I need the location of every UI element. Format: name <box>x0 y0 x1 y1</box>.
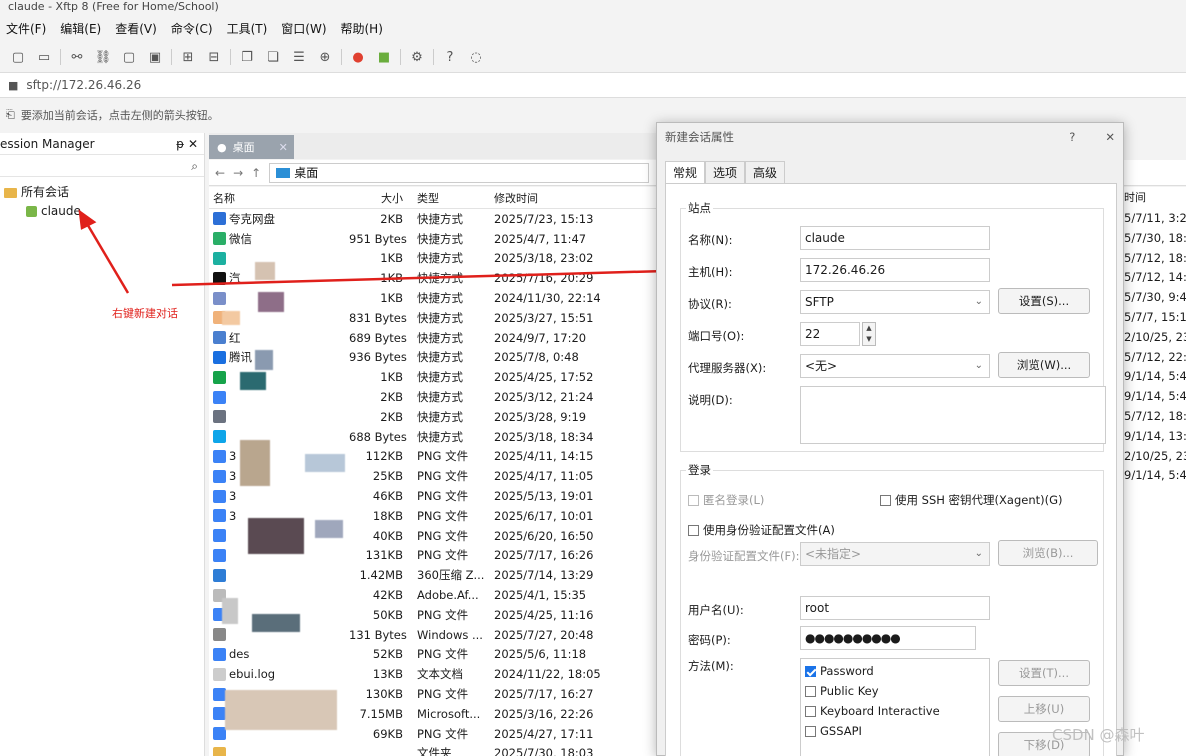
auth-profile-value: <未指定> <box>805 547 862 561</box>
username-label: 用户名(U): <box>688 603 744 617</box>
description-textarea[interactable] <box>800 386 1106 444</box>
dialog-help-button[interactable]: ? <box>1069 130 1075 144</box>
method-label: 方法(M): <box>688 659 734 673</box>
checkbox-box <box>805 685 816 697</box>
method-settings-button[interactable]: 设置(T)... <box>998 660 1090 686</box>
use-auth-profile-checkbox[interactable]: 使用身份验证配置文件(A) <box>688 522 835 538</box>
method-list[interactable]: Password Public Key Keyboard Interactive… <box>800 658 990 756</box>
checkbox-label: Password <box>820 664 874 678</box>
tab-general[interactable]: 常规 <box>665 161 706 183</box>
proxy-select[interactable]: <无> ⌄ <box>800 354 990 378</box>
name-label: 名称(N): <box>688 233 733 247</box>
checkbox-box <box>880 494 891 506</box>
auth-profile-label: 身份验证配置文件(F): <box>688 549 800 563</box>
dialog-title: 新建会话属性 <box>665 130 734 144</box>
proxy-browse-button[interactable]: 浏览(W)... <box>998 352 1090 378</box>
checkbox-label: Public Key <box>820 684 879 698</box>
checkbox-label: 匿名登录(L) <box>703 493 765 507</box>
protocol-label: 协议(R): <box>688 297 732 311</box>
method-password-checkbox[interactable]: Password <box>805 661 989 681</box>
port-label: 端口号(O): <box>688 329 745 343</box>
checkbox-label: GSSAPI <box>820 724 862 738</box>
login-group-label: 登录 <box>686 462 713 478</box>
password-label: 密码(P): <box>688 633 731 647</box>
tab-advanced[interactable]: 高级 <box>745 161 786 183</box>
general-panel: 站点 名称(N): claude 主机(H): 172.26.46.26 协议(… <box>665 183 1117 756</box>
host-input[interactable]: 172.26.46.26 <box>800 258 990 282</box>
dialog-titlebar: 新建会话属性 ? ✕ <box>657 123 1123 151</box>
move-up-button[interactable]: 上移(U) <box>998 696 1090 722</box>
arrow-head <box>78 209 97 230</box>
checkbox-box <box>688 494 699 506</box>
method-gssapi-checkbox[interactable]: GSSAPI <box>805 721 989 741</box>
proxy-label: 代理服务器(X): <box>688 361 767 375</box>
protocol-select[interactable]: SFTP ⌄ <box>800 290 990 314</box>
port-stepper[interactable]: ▲ ▼ <box>862 322 876 346</box>
checkbox-box <box>805 725 816 737</box>
description-label: 说明(D): <box>688 393 733 407</box>
chevron-down-icon: ⌄ <box>974 548 983 559</box>
watermark: CSDN @森叶 <box>1052 726 1145 744</box>
auth-profile-browse-button[interactable]: 浏览(B)... <box>998 540 1098 566</box>
dialog-tabs: 常规 选项 高级 <box>665 161 786 183</box>
name-input[interactable]: claude <box>800 226 990 250</box>
host-label: 主机(H): <box>688 265 733 279</box>
proxy-value: <无> <box>805 359 838 373</box>
checkbox-label: 使用身份验证配置文件(A) <box>703 523 835 537</box>
protocol-value: SFTP <box>805 295 834 309</box>
chevron-down-icon: ⌄ <box>974 296 983 307</box>
username-input[interactable]: root <box>800 596 990 620</box>
method-publickey-checkbox[interactable]: Public Key <box>805 681 989 701</box>
checkbox-label: Keyboard Interactive <box>820 704 940 718</box>
checkbox-label: 使用 SSH 密钥代理(Xagent)(G) <box>895 493 1063 507</box>
checkbox-box <box>688 524 699 536</box>
chevron-down-icon: ⌄ <box>974 360 983 371</box>
dialog-close-button[interactable]: ✕ <box>1105 130 1115 144</box>
session-properties-dialog: 新建会话属性 ? ✕ 常规 选项 高级 站点 名称(N): claude 主机(H… <box>656 122 1124 756</box>
checkbox-box <box>805 705 816 717</box>
checkbox-box <box>805 665 816 677</box>
port-input[interactable]: 22 <box>800 322 860 346</box>
method-keyboard-checkbox[interactable]: Keyboard Interactive <box>805 701 989 721</box>
password-input[interactable]: ●●●●●●●●●● <box>800 626 976 650</box>
ssh-agent-checkbox[interactable]: 使用 SSH 密钥代理(Xagent)(G) <box>880 492 1063 508</box>
tab-options[interactable]: 选项 <box>705 161 746 183</box>
anonymous-login-checkbox[interactable]: 匿名登录(L) <box>688 492 764 508</box>
xftp-window: claude - Xftp 8 (Free for Home/School) 文… <box>0 0 1186 756</box>
auth-profile-select[interactable]: <未指定> ⌄ <box>800 542 990 566</box>
protocol-settings-button[interactable]: 设置(S)... <box>998 288 1090 314</box>
station-group-label: 站点 <box>686 200 713 216</box>
arrow-to-claude <box>84 221 130 294</box>
